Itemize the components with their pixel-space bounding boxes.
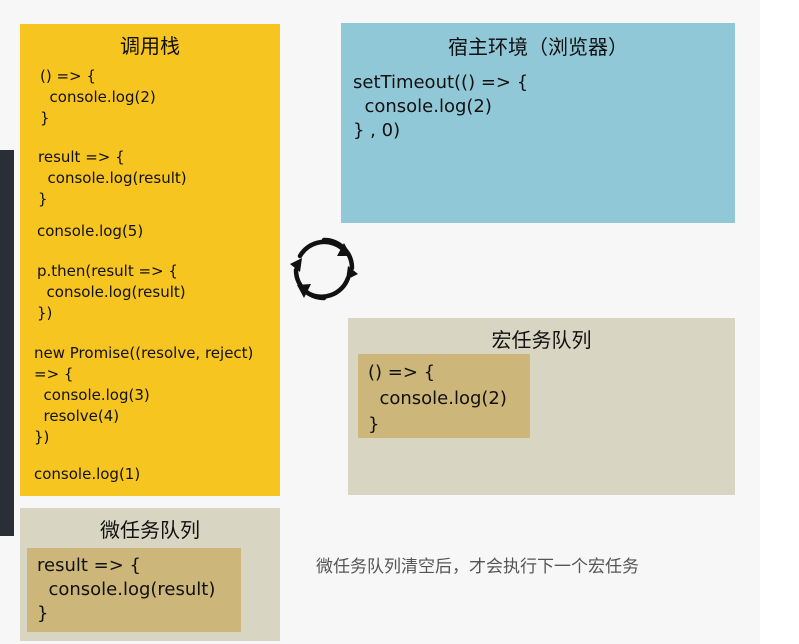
- host-environment-code: setTimeout(() => { console.log(2) } , 0): [353, 72, 529, 141]
- macrotask-item: () => { console.log(2) }: [358, 354, 530, 438]
- call-stack-title: 调用栈: [120, 34, 180, 58]
- circular-arrows-icon: [290, 237, 358, 301]
- microtask-queue-panel: 微任务队列 result => { console.log(result) }: [20, 508, 280, 641]
- call-stack-panel: 调用栈 () => { console.log(2) } result => {…: [20, 24, 280, 496]
- host-environment-title: 宿主环境（浏览器）: [448, 35, 628, 59]
- stack-frame-console-log-1: console.log(1): [34, 465, 141, 483]
- macrotask-queue-panel: 宏任务队列 () => { console.log(2) }: [348, 318, 735, 495]
- microtask-queue-title: 微任务队列: [100, 518, 200, 542]
- stack-frame-new-promise: new Promise((resolve, reject) => { conso…: [34, 344, 254, 446]
- note-text: 微任务队列清空后，才会执行下一个宏任务: [316, 557, 639, 577]
- microtask-item: result => { console.log(result) }: [27, 548, 241, 632]
- left-dark-bar: [0, 150, 14, 536]
- stack-frame-console-log-5: console.log(5): [37, 222, 144, 240]
- page-right-strip: [760, 0, 799, 644]
- macrotask-queue-title: 宏任务队列: [491, 328, 592, 352]
- stack-frame-promise-then: p.then(result => { console.log(result) }…: [37, 262, 186, 322]
- stack-frame-settimeout-callback: () => { console.log(2) }: [40, 67, 156, 127]
- macrotask-item-code: () => { console.log(2) }: [368, 362, 507, 435]
- host-environment-panel: 宿主环境（浏览器） setTimeout(() => { console.log…: [341, 23, 735, 223]
- stack-frame-then-callback: result => { console.log(result) }: [38, 148, 187, 208]
- microtask-item-code: result => { console.log(result) }: [37, 555, 216, 624]
